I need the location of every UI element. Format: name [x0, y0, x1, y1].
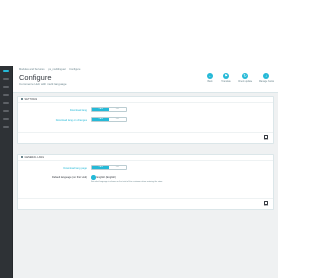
setting-label: Download lang page — [63, 166, 87, 170]
toggle-yes[interactable]: YES — [92, 118, 109, 121]
download-lang-toggle[interactable]: YES NO — [91, 107, 127, 112]
globe-icon — [21, 156, 23, 159]
settings-icon — [21, 98, 23, 101]
panel-footer: Save — [18, 198, 273, 209]
page-header: Modules and Services ps_multilingual Con… — [13, 66, 278, 93]
help-text: Set what language is shown on first visi… — [91, 181, 163, 183]
settings-panel-heading: SETTINGS — [18, 97, 273, 103]
page-subtitle: Commerce Hub with multi language — [19, 82, 67, 86]
save-button[interactable]: Save — [262, 134, 270, 141]
sidebar-item[interactable] — [3, 118, 9, 120]
general-lang-panel: GENERAL LANG Download lang page YES NO D… — [17, 154, 274, 210]
breadcrumb-item: Configure — [69, 68, 81, 71]
back-button[interactable]: ← Back — [203, 73, 217, 87]
refresh-icon: ↻ — [242, 73, 248, 79]
translate-button[interactable]: ⚑ Translate — [219, 73, 233, 87]
sidebar-item[interactable] — [3, 126, 9, 128]
breadcrumb-item[interactable]: ps_multilingual — [48, 68, 65, 71]
manage-hooks-label: Manage hooks — [259, 80, 275, 83]
setting-label: Download lang — [69, 108, 87, 112]
setting-row: Download lang on changes YES NO — [18, 117, 273, 123]
general-lang-heading: GENERAL LANG — [18, 155, 273, 161]
setting-row: Download lang YES NO — [18, 107, 273, 113]
sidebar-item[interactable] — [3, 102, 9, 104]
default-language-radio[interactable]: English (English) — [91, 175, 116, 180]
translate-icon: ⚑ — [223, 73, 229, 79]
page-title: Configure — [19, 73, 52, 82]
download-icon: ↓ — [263, 73, 269, 79]
setting-row: Default language (on first visit) Englis… — [18, 174, 273, 186]
check-update-button[interactable]: ↻ Check update — [238, 73, 252, 87]
toggle-yes[interactable]: YES — [92, 108, 109, 111]
breadcrumb: Modules and Services ps_multilingual Con… — [19, 68, 83, 71]
settings-heading-text: SETTINGS — [24, 98, 38, 101]
manage-hooks-button[interactable]: ↓ Manage hooks — [259, 73, 275, 87]
settings-panel: SETTINGS Download lang YES NO Download l… — [17, 96, 274, 144]
breadcrumb-item[interactable]: Modules and Services — [19, 68, 45, 71]
translate-label: Translate — [221, 80, 231, 83]
toggle-no[interactable]: NO — [109, 118, 126, 121]
setting-label: Default language (on first visit) — [51, 175, 87, 179]
back-label: Back — [207, 80, 213, 83]
radio-option-label: English (English) — [96, 175, 116, 179]
back-icon: ← — [207, 73, 213, 79]
sidebar-item[interactable] — [3, 78, 9, 80]
save-label: Save — [263, 139, 269, 141]
main-content: Modules and Services ps_multilingual Con… — [13, 66, 278, 278]
download-lang-page-toggle[interactable]: YES NO — [91, 165, 127, 170]
save-button[interactable]: Save — [262, 200, 270, 207]
download-lang-changes-toggle[interactable]: YES NO — [91, 117, 127, 122]
setting-row: Download lang page YES NO — [18, 165, 273, 171]
setting-label: Download lang on changes — [55, 118, 87, 122]
sidebar-item[interactable] — [3, 86, 9, 88]
check-update-label: Check update — [238, 80, 253, 83]
general-heading-text: GENERAL LANG — [24, 156, 45, 159]
sidebar — [0, 66, 13, 278]
sidebar-item-active[interactable] — [3, 70, 9, 72]
save-icon — [264, 134, 268, 139]
toggle-no[interactable]: NO — [109, 166, 126, 169]
radio-selected-icon — [91, 175, 96, 180]
toggle-no[interactable]: NO — [109, 108, 126, 111]
sidebar-item[interactable] — [3, 110, 9, 112]
save-label: Save — [263, 205, 269, 207]
panel-footer: Save — [18, 132, 273, 143]
sidebar-item[interactable] — [3, 94, 9, 96]
save-icon — [264, 200, 268, 205]
toggle-yes[interactable]: YES — [92, 166, 109, 169]
